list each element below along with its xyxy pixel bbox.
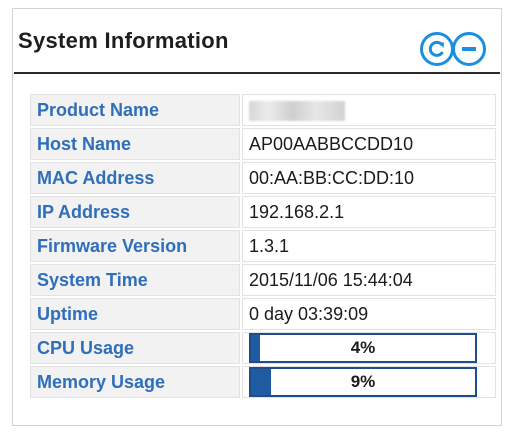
table-row: Product Name: [30, 94, 496, 126]
ip-address-label: IP Address: [30, 196, 240, 228]
ip-address-value: 192.168.2.1: [242, 196, 496, 228]
memory-usage-label: Memory Usage: [30, 366, 240, 398]
table-row: System Time 2015/11/06 15:44:04: [30, 264, 496, 296]
mac-address-label: MAC Address: [30, 162, 240, 194]
product-name-value: [242, 94, 496, 126]
memory-usage-text: 9%: [350, 372, 376, 391]
collapse-button[interactable]: [452, 32, 486, 66]
uptime-label: Uptime: [30, 298, 240, 330]
table-row: Host Name AP00AABBCCDD10: [30, 128, 496, 160]
cpu-usage-cell: 4%: [242, 332, 496, 364]
system-time-value: 2015/11/06 15:44:04: [242, 264, 496, 296]
minus-icon: [462, 47, 476, 51]
system-time-label: System Time: [30, 264, 240, 296]
table-row: Memory Usage 9%: [30, 366, 496, 398]
host-name-label: Host Name: [30, 128, 240, 160]
product-name-label: Product Name: [30, 94, 240, 126]
host-name-value: AP00AABBCCDD10: [242, 128, 496, 160]
panel-title: System Information: [18, 28, 229, 53]
table-row: IP Address 192.168.2.1: [30, 196, 496, 228]
panel-header: System Information: [14, 20, 502, 74]
refresh-button[interactable]: [420, 32, 454, 66]
cpu-usage-bar: 4%: [249, 333, 477, 363]
table-row: MAC Address 00:AA:BB:CC:DD:10: [30, 162, 496, 194]
mac-address-value: 00:AA:BB:CC:DD:10: [242, 162, 496, 194]
table-row: Firmware Version 1.3.1: [30, 230, 496, 262]
refresh-icon: [428, 40, 444, 57]
firmware-version-label: Firmware Version: [30, 230, 240, 262]
cpu-usage-text: 4%: [350, 338, 376, 357]
memory-usage-cell: 9%: [242, 366, 496, 398]
uptime-value: 0 day 03:39:09: [242, 298, 496, 330]
system-info-table: Product Name Host Name AP00AABBCCDD10 MA…: [28, 92, 498, 400]
cpu-usage-label: CPU Usage: [30, 332, 240, 364]
redacted-value: [249, 100, 345, 121]
table-row: Uptime 0 day 03:39:09: [30, 298, 496, 330]
memory-usage-bar: 9%: [249, 367, 477, 397]
title-divider: [14, 72, 500, 74]
table-row: CPU Usage 4%: [30, 332, 496, 364]
firmware-version-value: 1.3.1: [242, 230, 496, 262]
